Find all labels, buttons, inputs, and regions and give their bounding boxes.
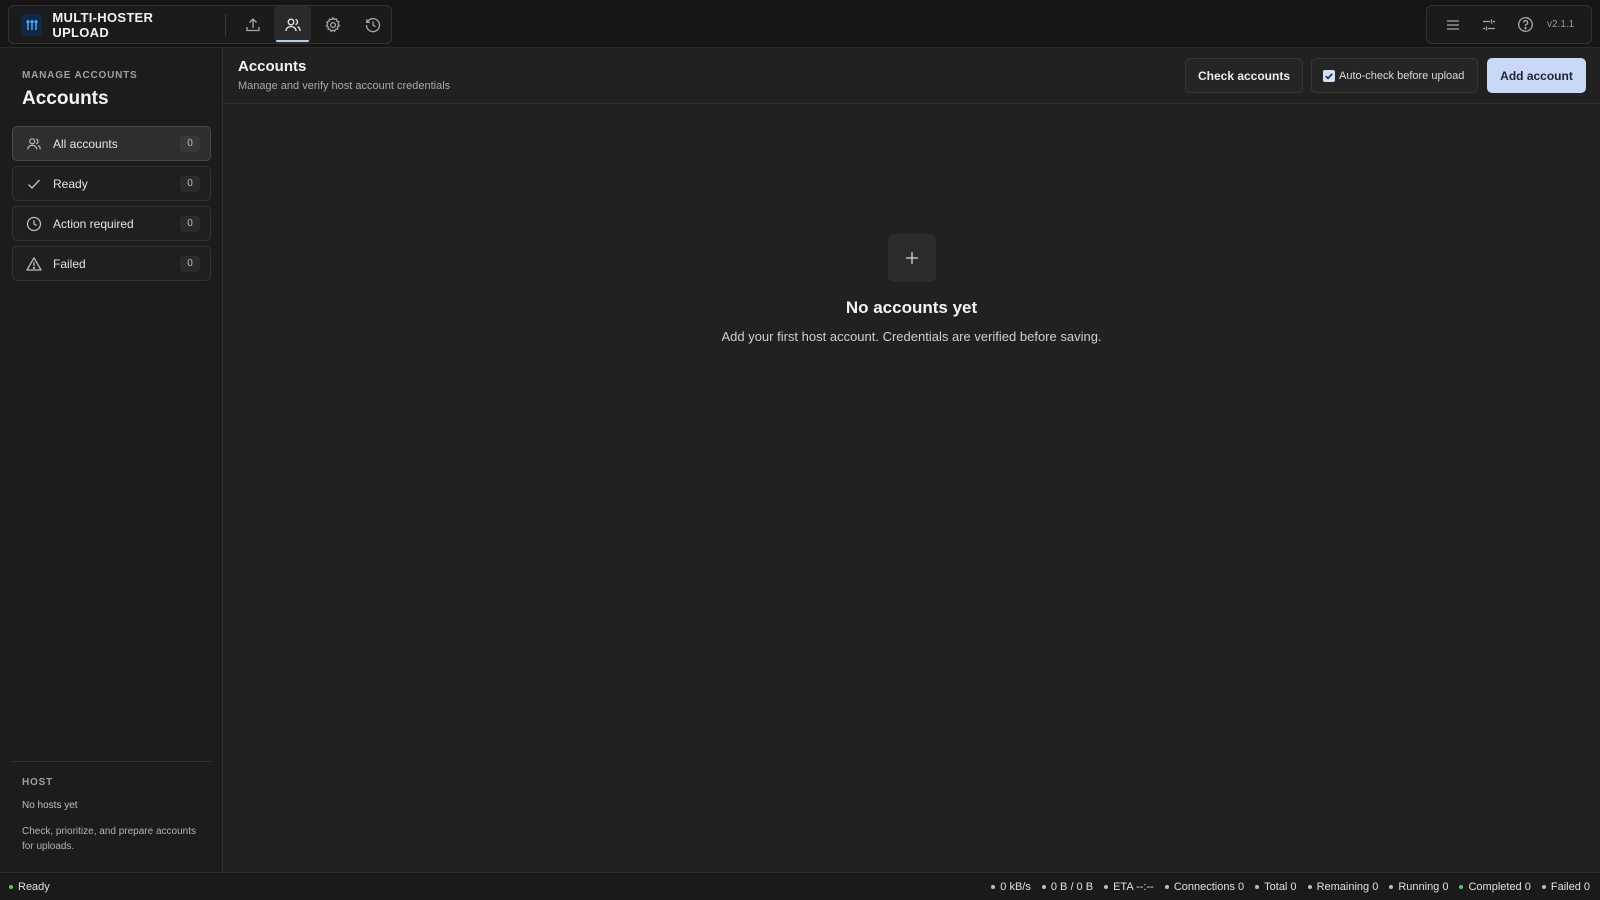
page-subtitle: Manage and verify host account credentia…	[238, 80, 451, 92]
stat-connections-value: Connections 0	[1173, 880, 1245, 893]
stat-running: Running 0	[1389, 881, 1448, 893]
divider	[225, 13, 227, 36]
stat-remaining: Remaining 0	[1307, 880, 1379, 893]
empty-state-text: Add your first host account. Credentials…	[721, 329, 1102, 344]
sliders-icon	[1483, 19, 1495, 30]
stat-completed: Completed 0	[1459, 880, 1531, 893]
status-dot	[9, 884, 13, 889]
sidebar-title: Accounts	[22, 88, 109, 109]
history-icon	[365, 17, 380, 32]
filter-count: 0	[180, 255, 200, 272]
warning-icon	[25, 255, 43, 273]
stat-failed-value: Failed 0	[1550, 880, 1590, 893]
stat-transferred-value: 0 B / 0 B	[1050, 880, 1094, 893]
empty-state: No accounts yet Add your first host acco…	[223, 234, 1600, 344]
users-icon	[25, 135, 43, 153]
filter-label: Failed	[53, 256, 86, 271]
stat-speed: 0 kB/s	[991, 881, 1031, 893]
gear-icon	[325, 16, 340, 32]
auto-check-label: Auto-check before upload	[1339, 69, 1465, 82]
upload-icon	[246, 17, 260, 31]
check-icon	[25, 175, 43, 193]
auto-check-toggle[interactable]: Auto-check before upload	[1311, 58, 1478, 93]
adjustments-button[interactable]	[1471, 7, 1507, 43]
host-description: Check, prioritize, and prepare accounts …	[22, 826, 196, 852]
sidebar: MANAGE ACCOUNTS Accounts All accounts 0 …	[0, 48, 223, 872]
main-content: Accounts Manage and verify host account …	[223, 48, 1600, 872]
filter-count: 0	[180, 175, 200, 192]
add-account-button[interactable]: Add account	[1487, 58, 1586, 93]
app-logo-icon	[21, 13, 43, 36]
stat-total-value: Total 0	[1264, 880, 1297, 893]
check-accounts-button[interactable]: Check accounts	[1185, 58, 1303, 93]
status-bar: Ready 0 kB/s 0 B / 0 B ETA --:-- Connect…	[0, 872, 1600, 900]
nav-settings-button[interactable]	[314, 6, 351, 43]
app-title: MULTI-HOSTER UPLOAD	[52, 9, 154, 40]
host-heading: HOST	[22, 777, 53, 788]
checkmark-icon	[1325, 72, 1333, 80]
filter-all-accounts[interactable]: All accounts 0	[12, 126, 211, 161]
stat-transferred: 0 B / 0 B	[1041, 880, 1094, 893]
stat-connections: Connections 0	[1164, 880, 1245, 893]
nav-history-button[interactable]	[354, 6, 391, 43]
sidebar-eyebrow: MANAGE ACCOUNTS	[22, 70, 138, 81]
add-account-empty-button[interactable]	[887, 234, 936, 282]
help-button[interactable]	[1507, 7, 1543, 43]
brand-nav-group: MULTI-HOSTER UPLOAD	[8, 5, 392, 44]
menu-button[interactable]	[1435, 7, 1471, 43]
stat-total: Total 0	[1255, 880, 1297, 893]
plus-icon	[905, 252, 918, 264]
filter-action-required[interactable]: Action required 0	[12, 206, 211, 241]
empty-state-title: No accounts yet	[845, 298, 978, 317]
host-empty-text: No hosts yet	[22, 800, 78, 811]
filter-label: Ready	[53, 176, 88, 191]
menu-icon	[1447, 19, 1459, 30]
page-title: Accounts	[238, 58, 307, 75]
help-icon	[1517, 17, 1533, 32]
stat-running-value: Running 0	[1398, 880, 1449, 893]
filter-label: All accounts	[53, 136, 118, 151]
auto-check-checkbox[interactable]	[1323, 69, 1335, 82]
account-filters: All accounts 0 Ready 0 Action required 0	[12, 126, 211, 286]
stat-speed-value: 0 kB/s	[1000, 880, 1031, 893]
users-icon	[285, 18, 301, 31]
main-header: Accounts Manage and verify host account …	[223, 48, 1600, 104]
stat-remaining-value: Remaining 0	[1316, 880, 1379, 893]
host-panel: HOST No hosts yet Check, prioritize, and…	[12, 761, 211, 854]
clock-icon	[25, 215, 43, 233]
filter-count: 0	[180, 215, 200, 232]
stat-eta-value: ETA --:--	[1113, 880, 1154, 893]
filter-count: 0	[180, 135, 200, 152]
window-tools-group: v2.1.1	[1426, 5, 1592, 44]
stat-failed: Failed 0	[1541, 880, 1590, 893]
status-ready: Ready	[9, 881, 50, 893]
filter-failed[interactable]: Failed 0	[12, 246, 211, 281]
top-bar: MULTI-HOSTER UPLOAD v2.1.1	[0, 0, 1600, 48]
nav-upload-button[interactable]	[234, 6, 271, 43]
stat-completed-value: Completed 0	[1468, 880, 1531, 893]
version-label: v2.1.1	[1547, 19, 1575, 30]
nav-accounts-button[interactable]	[274, 6, 312, 43]
stat-eta: ETA --:--	[1104, 881, 1154, 893]
transfer-stats: 0 kB/s 0 B / 0 B ETA --:-- Connections 0…	[980, 881, 1590, 893]
status-text: Ready	[18, 880, 50, 893]
filter-label: Action required	[53, 216, 134, 231]
filter-ready[interactable]: Ready 0	[12, 166, 211, 201]
